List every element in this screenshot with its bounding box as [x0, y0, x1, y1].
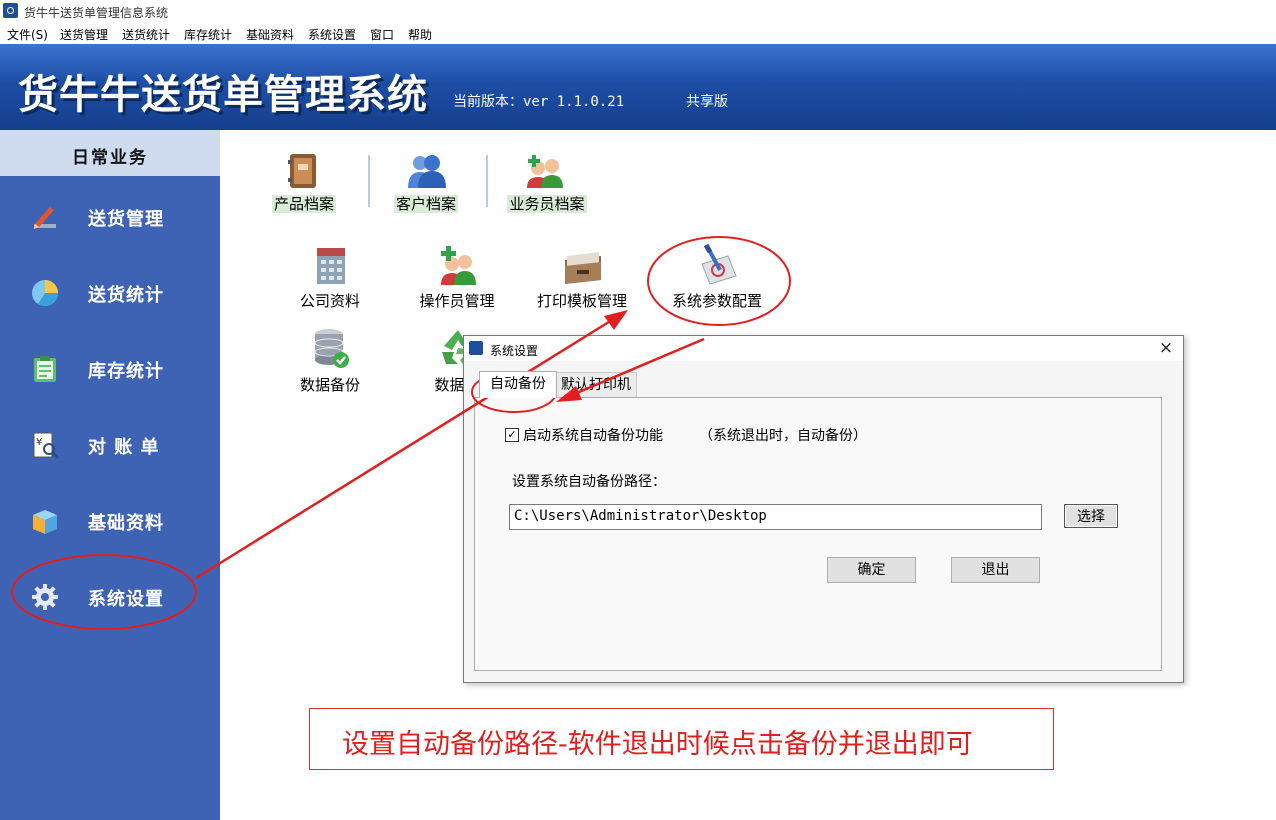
edition-text: 共享版 [686, 94, 728, 110]
menu-delivery-management[interactable]: 送货管理 [60, 26, 108, 43]
sidebar-item-inventory-stats[interactable]: 库存统计 [0, 336, 220, 396]
close-icon[interactable]: × [1155, 338, 1177, 358]
annotation-text: 设置自动备份路径-软件退出时候点击备份并退出即可 [342, 729, 973, 760]
pencil-icon [34, 207, 56, 229]
sidebar-item-statement[interactable]: ¥ 对 账 单 [0, 412, 220, 472]
function-label: 打印模板管理 [536, 292, 627, 310]
file-drawer-icon [565, 252, 601, 284]
box-icon [33, 510, 57, 534]
tab-panel: ✓ 启动系统自动备份功能 （系统退出时，自动备份） 设置系统自动备份路径： C:… [474, 397, 1162, 671]
window-titlebar: 货牛牛送货单管理信息系统 [0, 0, 1276, 22]
toolbar-salesperson-file[interactable]: 业务员档案 [497, 150, 597, 213]
binder-icon [288, 154, 316, 188]
function-label: 公司资料 [299, 292, 360, 310]
choose-button[interactable]: 选择 [1064, 504, 1118, 528]
menu-help[interactable]: 帮助 [408, 26, 432, 43]
company-building-icon [317, 248, 345, 284]
auto-backup-checkbox[interactable]: ✓ [505, 428, 519, 442]
sidebar-item-label: 送货管理 [88, 209, 164, 230]
banner-title: 货牛牛送货单管理系统 [18, 71, 428, 118]
toolbar-customer-file[interactable]: 客户档案 [376, 150, 476, 213]
sidebar-header: 日常业务 [0, 130, 220, 176]
app-icon [469, 341, 483, 355]
sidebar-item-label: 送货统计 [88, 285, 164, 306]
function-label: 系统参数配置 [671, 292, 762, 310]
menu-file[interactable]: 文件(S) [7, 26, 48, 43]
tab-default-printer[interactable]: 默认打印机 [555, 372, 637, 397]
function-data-backup[interactable]: 数据备份 [275, 326, 385, 406]
function-print-template[interactable]: 打印模板管理 [527, 242, 637, 322]
ok-button[interactable]: 确定 [827, 557, 916, 583]
clipboard-icon [34, 356, 56, 382]
sidebar-item-label: 对 账 单 [88, 437, 160, 458]
function-company-info[interactable]: 公司资料 [275, 242, 385, 322]
sidebar-item-label: 基础资料 [88, 513, 164, 534]
sidebar-item-system-settings[interactable]: 系统设置 [0, 564, 220, 624]
settings-document-icon [701, 243, 737, 285]
menu-window[interactable]: 窗口 [370, 26, 394, 43]
toolbar-label: 业务员档案 [507, 195, 587, 213]
function-label: 操作员管理 [419, 292, 495, 310]
window-title: 货牛牛送货单管理信息系统 [24, 6, 169, 20]
auto-backup-note: （系统退出时，自动备份） [699, 428, 867, 444]
gear-icon [32, 584, 58, 610]
header-banner: 货牛牛送货单管理系统 当前版本：ver 1.1.0.21 共享版 [0, 44, 1276, 130]
statement-search-icon: ¥ [33, 432, 60, 460]
users-icon [408, 155, 446, 188]
salesperson-icon [527, 155, 563, 188]
operator-icon [441, 246, 476, 285]
function-system-params[interactable]: 系统参数配置 [662, 242, 772, 322]
tab-auto-backup[interactable]: 自动备份 [479, 371, 557, 398]
toolbar-label: 客户档案 [393, 195, 458, 213]
toolbar-label: 产品档案 [271, 195, 336, 213]
menu-delivery-stats[interactable]: 送货统计 [122, 26, 170, 43]
auto-backup-label: 启动系统自动备份功能 [523, 428, 663, 444]
dialog-titlebar: 系统设置 × [464, 336, 1183, 361]
svg-text:¥: ¥ [36, 437, 42, 448]
toolbar-product-file[interactable]: 产品档案 [254, 150, 354, 213]
sidebar-item-label: 库存统计 [88, 361, 164, 382]
sidebar-header-label: 日常业务 [72, 148, 148, 168]
sidebar-item-delivery-stats[interactable]: 送货统计 [0, 260, 220, 320]
database-backup-icon [314, 329, 349, 368]
sidebar-item-delivery-management[interactable]: 送货管理 [0, 184, 220, 244]
sidebar-item-label: 系统设置 [88, 589, 164, 610]
pie-chart-icon [32, 280, 59, 307]
function-label: 数据备份 [299, 376, 360, 394]
sidebar: 日常业务 送货管理 送货统计 库存统计 ¥ 对 账 单 基础资料 系统设置 [0, 130, 220, 820]
backup-path-label: 设置系统自动备份路径： [512, 474, 666, 490]
function-operator-management[interactable]: 操作员管理 [402, 242, 512, 322]
menu-bar: 文件(S) 送货管理 送货统计 库存统计 基础资料 系统设置 窗口 帮助 [0, 22, 1276, 45]
dialog-title: 系统设置 [490, 344, 539, 358]
sidebar-item-basic-data[interactable]: 基础资料 [0, 488, 220, 548]
system-settings-dialog: 系统设置 × 自动备份 默认打印机 ✓ 启动系统自动备份功能 （系统退出时，自动… [463, 335, 1184, 683]
toolbar-divider [368, 155, 370, 207]
app-icon [3, 3, 18, 18]
menu-system-settings[interactable]: 系统设置 [308, 26, 356, 43]
version-text: 当前版本：ver 1.1.0.21 [453, 94, 625, 110]
exit-button[interactable]: 退出 [951, 557, 1040, 583]
toolbar-divider [486, 155, 488, 207]
annotation-callout: 设置自动备份路径-软件退出时候点击备份并退出即可 [309, 708, 1054, 770]
menu-inventory-stats[interactable]: 库存统计 [184, 26, 232, 43]
backup-path-input[interactable]: C:\Users\Administrator\Desktop [509, 504, 1042, 530]
menu-basic-data[interactable]: 基础资料 [246, 26, 294, 43]
